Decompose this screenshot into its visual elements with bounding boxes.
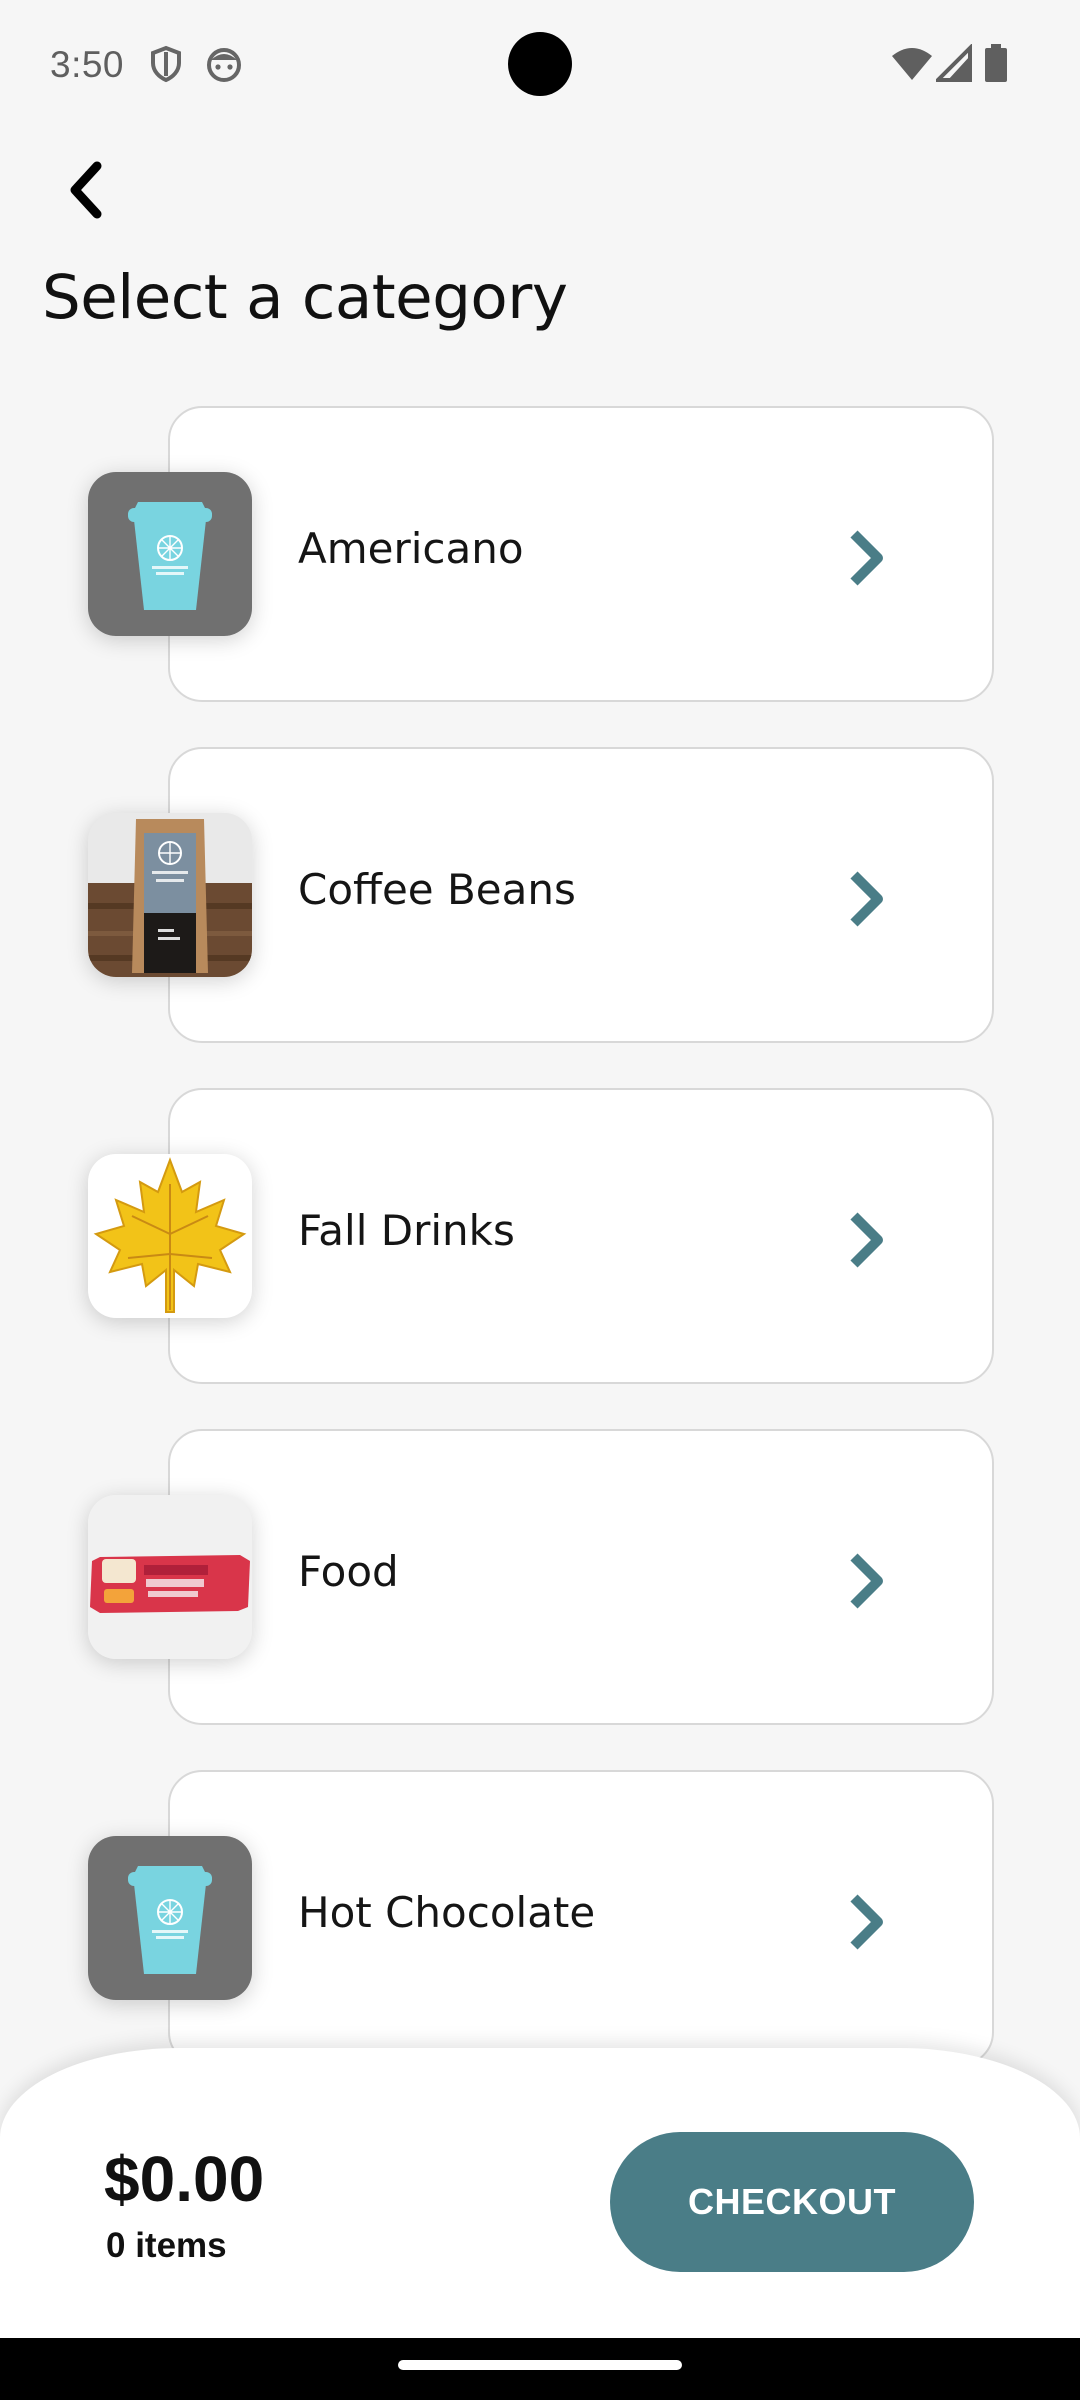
checkout-sheet: $0.00 0 items CHECKOUT: [0, 2048, 1080, 2338]
category-item-food[interactable]: Food: [0, 1429, 1080, 1729]
navigation-bar: [0, 2338, 1080, 2400]
category-thumbnail: [88, 813, 252, 977]
category-thumbnail: [88, 1495, 252, 1659]
wifi-icon: [890, 44, 934, 84]
maple-leaf-icon: [93, 1157, 247, 1313]
chevron-left-icon: [70, 161, 102, 219]
battery-icon: [984, 44, 1008, 84]
category-label: Hot Chocolate: [298, 1888, 596, 1937]
category-label: Coffee Beans: [298, 865, 576, 914]
category-label: Americano: [298, 524, 524, 573]
category-item-americano[interactable]: Americano: [0, 406, 1080, 706]
cart-item-count: 0 items: [106, 2226, 227, 2265]
home-indicator[interactable]: [398, 2360, 682, 2370]
face-icon: [204, 44, 244, 84]
category-item-coffee-beans[interactable]: Coffee Beans: [0, 747, 1080, 1047]
chevron-right-icon: [850, 1212, 883, 1268]
category-thumbnail: [88, 1154, 252, 1318]
signal-icon: [933, 43, 972, 84]
category-label: Food: [298, 1547, 399, 1596]
coffee-bag-icon: [88, 813, 252, 977]
page-title: Select a category: [42, 262, 568, 333]
coffee-cup-icon: [128, 502, 212, 610]
coffee-cup-icon: [128, 1866, 212, 1974]
chevron-right-icon: [850, 1894, 883, 1950]
category-item-hot-chocolate[interactable]: Hot Chocolate: [0, 1770, 1080, 2070]
status-bar: 3:50: [0, 0, 1080, 130]
camera-cutout: [508, 32, 572, 96]
status-time: 3:50: [50, 44, 125, 85]
screen: 3:50 Select a category Americano Coffee …: [0, 0, 1080, 2400]
back-button[interactable]: [50, 155, 120, 225]
chevron-right-icon: [850, 530, 883, 586]
category-thumbnail: [88, 472, 252, 636]
category-label: Fall Drinks: [298, 1206, 515, 1255]
chevron-right-icon: [850, 871, 883, 927]
snack-bar-icon: [88, 1495, 252, 1659]
chevron-right-icon: [850, 1553, 883, 1609]
shield-icon: [146, 44, 186, 84]
category-thumbnail: [88, 1836, 252, 2000]
checkout-button[interactable]: CHECKOUT: [610, 2132, 974, 2272]
cart-total: $0.00: [104, 2143, 265, 2215]
category-item-fall-drinks[interactable]: Fall Drinks: [0, 1088, 1080, 1388]
